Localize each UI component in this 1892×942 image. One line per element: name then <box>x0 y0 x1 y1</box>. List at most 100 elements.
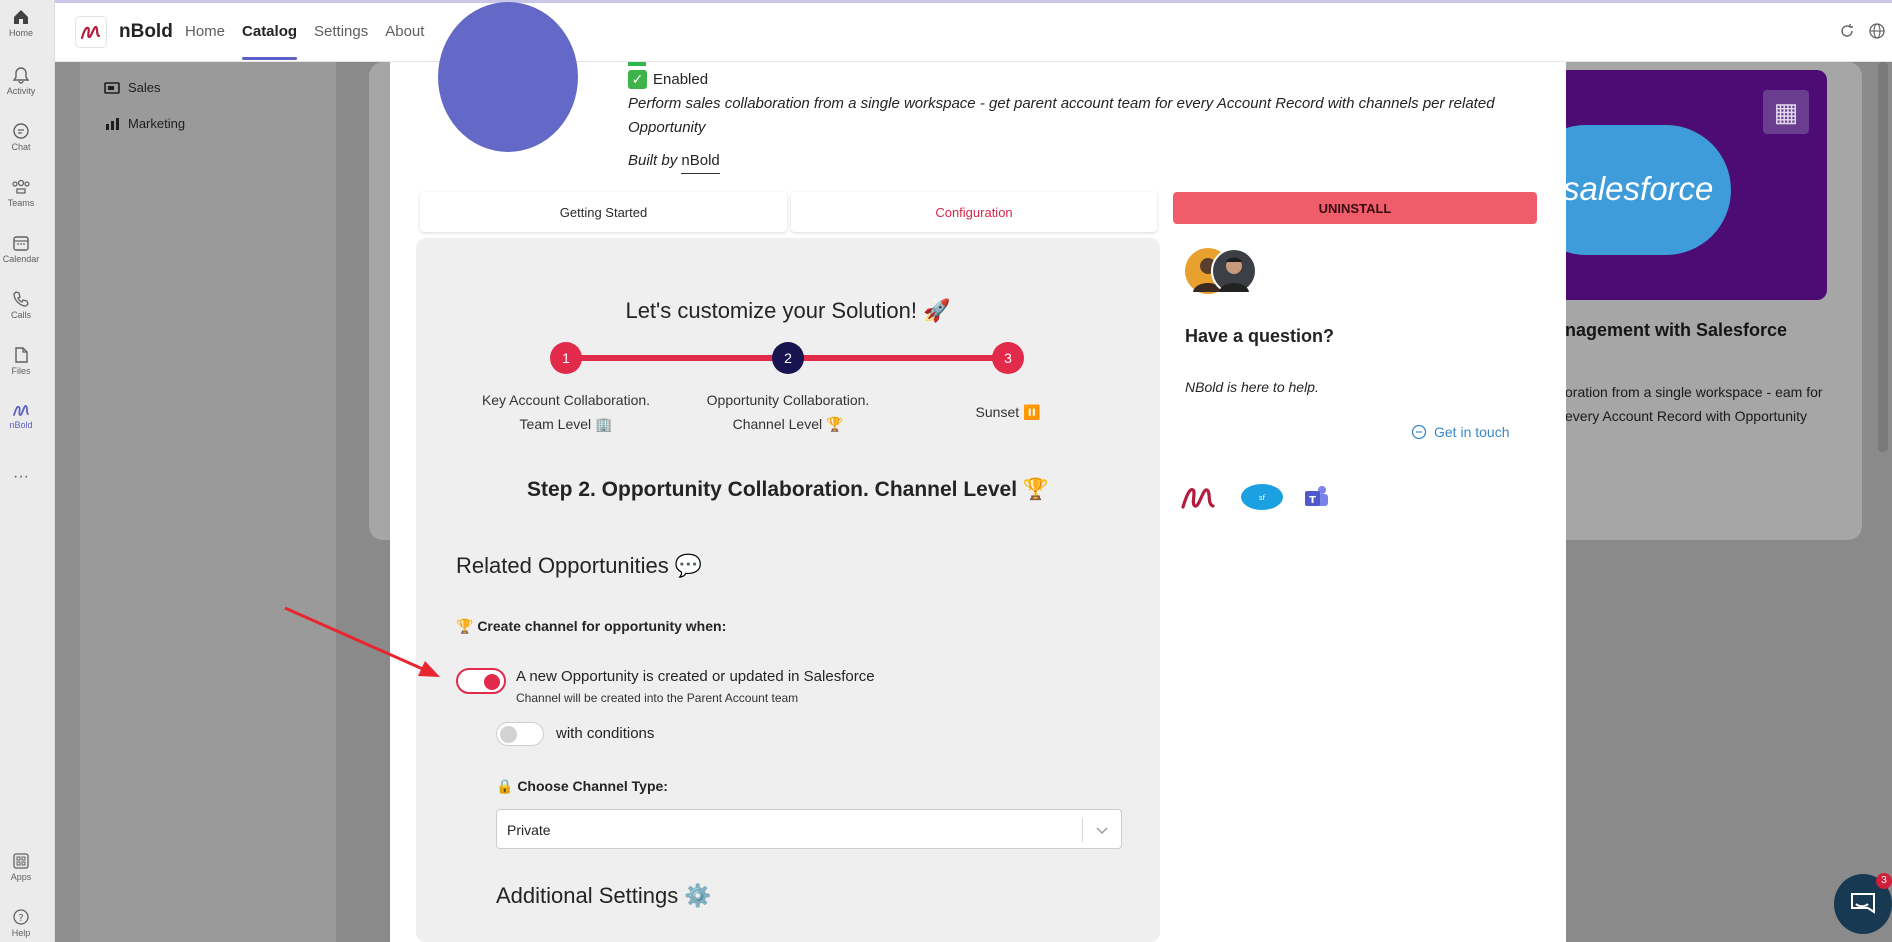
chat-notification-badge: 3 <box>1876 873 1892 889</box>
get-in-touch-link[interactable]: Get in touch <box>1411 424 1510 440</box>
rail-label: Files <box>11 366 31 376</box>
svg-text:sf: sf <box>1259 494 1266 502</box>
create-channel-label: 🏆 Create channel for opportunity when: <box>456 618 727 634</box>
bar-chart-icon <box>106 117 119 130</box>
help-text: NBold is here to help. <box>1185 379 1319 395</box>
globe-icon[interactable] <box>1868 22 1886 40</box>
solution-avatar <box>438 2 578 152</box>
chat-icon <box>13 123 29 139</box>
salesforce-logo-icon: sf <box>1241 484 1283 510</box>
rail-label: Teams <box>7 198 35 208</box>
help-question-title: Have a question? <box>1185 326 1335 346</box>
get-in-touch-label: Get in touch <box>1434 424 1510 440</box>
background-card-desc: oration from a single workspace - eam fo… <box>1565 384 1823 424</box>
rail-item-nbold[interactable]: nBold <box>0 402 42 430</box>
tab-configuration[interactable]: Configuration <box>791 192 1157 232</box>
nav-about[interactable]: About <box>385 23 424 40</box>
with-conditions-toggle[interactable] <box>496 722 544 746</box>
salesforce-banner: salesforce ▦ <box>1555 70 1827 300</box>
rail-item-apps[interactable]: Apps <box>0 852 42 882</box>
teams-icon <box>12 179 30 194</box>
select-separator <box>1082 818 1083 842</box>
toggle-knob <box>484 674 500 690</box>
step-1-dot[interactable]: 1 <box>550 342 582 374</box>
config-title: Let's customize your Solution! 🚀 <box>625 298 951 323</box>
rail-label: Calendar <box>2 254 40 264</box>
step-title: Step 2. Opportunity Collaboration. Chann… <box>526 478 1050 501</box>
top-nav: Home Catalog Settings About <box>185 23 424 60</box>
salesforce-banner-text: salesforce <box>1563 170 1714 207</box>
help-icon: ? <box>13 909 29 925</box>
channel-type-select[interactable]: Private <box>496 809 1122 849</box>
built-by-link[interactable]: nBold <box>681 152 720 174</box>
new-opportunity-toggle[interactable] <box>456 668 506 694</box>
phone-icon <box>13 291 29 307</box>
uninstall-button[interactable]: UNINSTALL <box>1173 192 1537 224</box>
rail-label: Help <box>11 928 31 938</box>
built-by: Built by nBold <box>628 152 720 174</box>
conditions-label: with conditions <box>556 725 655 742</box>
step-3-label: Sunset ⏸️ <box>928 400 1088 424</box>
sidebar-item-sales[interactable]: Sales <box>104 80 161 95</box>
rail-item-teams[interactable]: Teams <box>0 178 42 208</box>
sidebar-label: Sales <box>128 80 161 95</box>
integration-logos: sf T <box>1179 481 1331 513</box>
step-2-dot[interactable]: 2 <box>772 342 804 374</box>
rail-label: Activity <box>6 86 36 96</box>
folder-icon <box>104 81 120 94</box>
rail-item-home[interactable]: Home <box>0 8 42 38</box>
solution-modal: ✓ Enabled Perform sales collaboration fr… <box>390 2 1566 942</box>
svg-text:T: T <box>1309 495 1316 506</box>
building-icon: ▦ <box>1763 90 1809 134</box>
toggle-knob <box>500 726 517 743</box>
rail-item-calls[interactable]: Calls <box>0 290 42 320</box>
tab-getting-started[interactable]: Getting Started <box>420 192 787 232</box>
rail-label: Chat <box>11 142 31 152</box>
rail-item-calendar[interactable]: Calendar <box>0 234 42 264</box>
scrollbar[interactable] <box>1878 62 1888 452</box>
nav-home[interactable]: Home <box>185 23 225 40</box>
nav-settings[interactable]: Settings <box>314 23 368 40</box>
step-2-line1: Opportunity Collaboration. <box>706 392 870 408</box>
step-2-label: Opportunity Collaboration. Channel Level… <box>668 388 908 436</box>
additional-settings-title: Additional Settings ⚙️ <box>496 883 712 908</box>
bell-icon <box>12 67 30 84</box>
step-3-dot[interactable]: 3 <box>992 342 1024 374</box>
channel-type-label: 🔒 Choose Channel Type: <box>496 778 668 794</box>
channel-type-value: Private <box>507 822 551 838</box>
rail-item-activity[interactable]: Activity <box>0 66 42 96</box>
catalog-sidebar <box>80 62 336 942</box>
solution-description: Perform sales collaboration from a singl… <box>628 95 1495 136</box>
rail-item-files[interactable]: Files <box>0 346 42 376</box>
check-icon: ✓ <box>628 70 647 89</box>
nbold-icon <box>13 405 29 416</box>
support-avatar-2 <box>1211 248 1257 294</box>
configuration-panel: Let's customize your Solution! 🚀 1 2 3 K… <box>416 238 1160 942</box>
refresh-icon[interactable] <box>1838 22 1856 40</box>
status-text: Enabled <box>653 71 709 88</box>
nav-catalog[interactable]: Catalog <box>242 23 298 60</box>
sidebar-item-marketing[interactable]: Marketing <box>104 116 185 131</box>
rail-item-chat[interactable]: Chat <box>0 122 42 152</box>
step-1-line1: Key Account Collaboration. <box>481 392 651 408</box>
status-enabled: ✓ Enabled <box>628 70 708 89</box>
option-label: A new Opportunity is created or updated … <box>516 668 875 685</box>
step-1-label: Key Account Collaboration. Team Level 🏢 <box>446 388 686 436</box>
teams-logo-icon: T <box>1305 486 1328 506</box>
chat-bubble-icon <box>1411 424 1427 440</box>
rail-label: Home <box>8 28 33 38</box>
app-header: nBold Home Catalog Settings About <box>55 3 1892 62</box>
rail-item-help[interactable]: ? Help <box>0 908 42 938</box>
rail-label: nBold <box>9 420 33 430</box>
home-icon <box>14 10 28 24</box>
step-1-line2: Team Level 🏢 <box>519 416 613 432</box>
step-2-line2: Channel Level 🏆 <box>732 416 844 432</box>
apps-icon <box>13 853 29 869</box>
svg-text:?: ? <box>18 913 23 924</box>
nbold-logo <box>75 16 107 48</box>
app-name: nBold <box>119 21 173 42</box>
chevron-down-icon <box>1096 827 1108 835</box>
rail-more-button[interactable]: ··· <box>0 468 42 486</box>
option-sublabel: Channel will be created into the Parent … <box>516 691 799 705</box>
help-panel: Have a question? NBold is here to help. … <box>1173 238 1543 538</box>
